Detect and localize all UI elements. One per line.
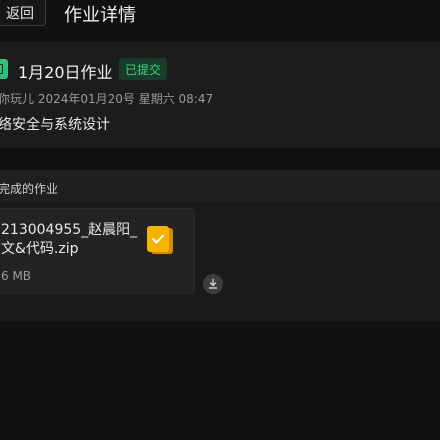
assignment-title: 1月20日作业 xyxy=(18,63,113,82)
file-card[interactable]: 213004955_赵晨阳_文&代码.zip 6 MB xyxy=(0,208,195,294)
download-icon[interactable] xyxy=(203,274,223,294)
zip-file-icon xyxy=(147,226,173,254)
section-header: 完成的作业 xyxy=(0,170,440,202)
back-button[interactable]: 返回 xyxy=(0,0,46,26)
homework-detail-page: 返回 作业详情 1月20日作业 已提交 你玩儿 2024年01月20号 星期六 … xyxy=(0,0,440,440)
assignment-info-card: 1月20日作业 已提交 你玩儿 2024年01月20号 星期六 08:47 络安… xyxy=(0,42,440,148)
course-name: 络安全与系统设计 xyxy=(0,117,110,133)
status-badge: 已提交 xyxy=(119,58,168,80)
section-label: 完成的作业 xyxy=(0,182,59,196)
file-size: 6 MB xyxy=(1,269,32,283)
document-icon xyxy=(0,59,8,79)
assignment-meta: 你玩儿 2024年01月20号 星期六 08:47 xyxy=(0,92,214,106)
header: 返回 作业详情 xyxy=(0,0,440,32)
page-title: 作业详情 xyxy=(64,5,136,26)
file-name: 213004955_赵晨阳_文&代码.zip xyxy=(1,222,138,257)
completed-section: 完成的作业 213004955_赵晨阳_文&代码.zip 6 MB xyxy=(0,170,440,321)
